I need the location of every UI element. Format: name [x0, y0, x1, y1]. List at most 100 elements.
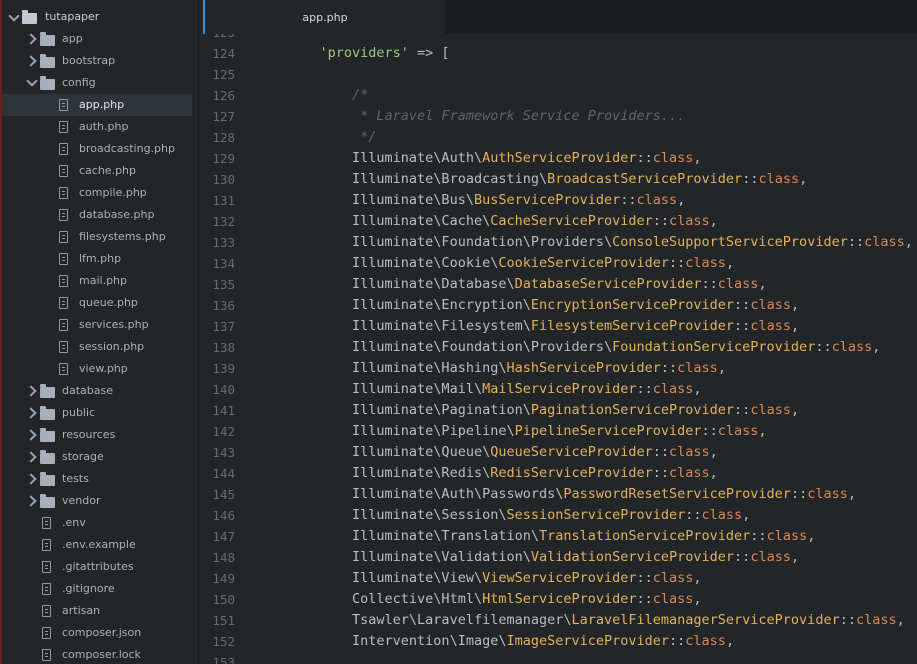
- tree-file-services-php[interactable]: services.php: [0, 314, 197, 336]
- code-token: class: [652, 591, 694, 607]
- tree-file-queue-php[interactable]: queue.php: [0, 292, 197, 314]
- folder-icon: [40, 472, 55, 486]
- tree-file-lfm-php[interactable]: lfm.php: [0, 248, 197, 270]
- code-editor[interactable]: 123 124 125 126 127 128 129 130 131 132 133 134 135 1…: [203, 34, 917, 664]
- code-token: Illuminate\Foundation\Providers\: [352, 339, 613, 355]
- code-token: CacheServiceProvider: [490, 213, 653, 229]
- tree-file-app-php[interactable]: app.php: [2, 94, 192, 116]
- tree-file-database-php[interactable]: database.php: [0, 204, 197, 226]
- tree-file-gitignore[interactable]: .gitignore: [0, 578, 197, 600]
- chevron-right-icon[interactable]: [25, 451, 37, 463]
- code-line[interactable]: Illuminate\Pagination\PaginationServiceP…: [287, 400, 799, 421]
- code-line[interactable]: Illuminate\Encryption\EncryptionServiceP…: [287, 295, 799, 316]
- tree-file-filesystems-php[interactable]: filesystems.php: [0, 226, 197, 248]
- code-token: ,: [709, 444, 718, 460]
- code-line[interactable]: Illuminate\Session\SessionServiceProvide…: [287, 505, 750, 526]
- chevron-down-icon[interactable]: [26, 75, 38, 87]
- code-line[interactable]: Illuminate\Filesystem\FilesystemServiceP…: [287, 316, 799, 337]
- code-token: MailServiceProvider: [482, 381, 637, 397]
- code-line[interactable]: Illuminate\Foundation\Providers\ConsoleS…: [287, 232, 913, 253]
- code-line[interactable]: */: [287, 127, 376, 148]
- tree-file-session-php[interactable]: session.php: [0, 336, 197, 358]
- code-line[interactable]: Illuminate\Cache\CacheServiceProvider::c…: [287, 211, 718, 232]
- code-token: LaravelFilemanagerServiceProvider: [571, 612, 840, 628]
- code-line[interactable]: Intervention\Image\ImageServiceProvider:…: [287, 631, 734, 652]
- tree-file-composer-json[interactable]: composer.json: [0, 622, 197, 644]
- tree-item-label: view.php: [79, 362, 128, 375]
- file-icon: [59, 319, 68, 331]
- chevron-right-icon[interactable]: [25, 473, 37, 485]
- tree-item-label: broadcasting.php: [79, 142, 175, 155]
- code-token: Illuminate\Foundation\Providers\: [352, 234, 613, 250]
- code-token: Illuminate\Queue\: [352, 444, 491, 460]
- tree-file-env-example[interactable]: .env.example: [0, 534, 197, 556]
- chevron-right-icon[interactable]: [25, 495, 37, 507]
- code-line[interactable]: Collective\Html\HtmlServiceProvider::cla…: [287, 589, 702, 610]
- code-line[interactable]: Illuminate\Translation\TranslationServic…: [287, 526, 815, 547]
- code-token: ::: [750, 528, 767, 544]
- tree-file-composer-lock[interactable]: composer.lock: [0, 644, 197, 664]
- tree-file-artisan[interactable]: artisan: [0, 600, 197, 622]
- code-line[interactable]: 'providers' => [: [287, 43, 450, 64]
- tree-folder-database[interactable]: database: [0, 380, 197, 402]
- tree-file-auth-php[interactable]: auth.php: [0, 116, 197, 138]
- code-token: Illuminate\Hashing\: [352, 360, 507, 376]
- code-line[interactable]: /*: [287, 85, 368, 106]
- code-token: class: [685, 633, 726, 649]
- chevron-right-icon[interactable]: [25, 55, 37, 67]
- tree-folder-tests[interactable]: tests: [0, 468, 197, 490]
- tree-folder-public[interactable]: public: [0, 402, 197, 424]
- tab-label: app.php: [302, 10, 348, 24]
- code-line[interactable]: Illuminate\Database\DatabaseServiceProvi…: [287, 274, 767, 295]
- code-line[interactable]: Tsawler\Laravelfilemanager\LaravelFilema…: [287, 610, 905, 631]
- file-icon: [59, 297, 68, 309]
- tree-folder-resources[interactable]: resources: [0, 424, 197, 446]
- code-line[interactable]: * Laravel Framework Service Providers...: [287, 106, 685, 127]
- code-line[interactable]: Illuminate\Cookie\CookieServiceProvider:…: [287, 253, 734, 274]
- code-line[interactable]: Illuminate\Broadcasting\BroadcastService…: [287, 169, 807, 190]
- tree-folder-config[interactable]: config: [0, 72, 197, 94]
- tree-folder-storage[interactable]: storage: [0, 446, 197, 468]
- code-token: ::: [790, 486, 808, 502]
- code-line[interactable]: Illuminate\Queue\QueueServiceProvider::c…: [287, 442, 718, 463]
- tree-file-compile-php[interactable]: compile.php: [0, 182, 197, 204]
- code-line[interactable]: Illuminate\Bus\BusServiceProvider::class…: [287, 190, 685, 211]
- tree-file-gitattributes[interactable]: .gitattributes: [0, 556, 197, 578]
- tree-file-view-php[interactable]: view.php: [0, 358, 197, 380]
- chevron-right-icon[interactable]: [25, 385, 37, 397]
- chevron-right-icon[interactable]: [25, 407, 37, 419]
- line-number: 134: [212, 256, 235, 271]
- tree-item-label: resources: [62, 428, 116, 441]
- tree-file-broadcasting-php[interactable]: broadcasting.php: [0, 138, 197, 160]
- chevron-right-icon[interactable]: [25, 429, 37, 441]
- code-line[interactable]: Illuminate\Foundation\Providers\Foundati…: [287, 337, 880, 358]
- code-line[interactable]: Illuminate\Validation\ValidationServiceP…: [287, 547, 799, 568]
- tree-item-label: bootstrap: [62, 54, 116, 67]
- code-line[interactable]: Illuminate\Redis\RedisServiceProvider::c…: [287, 463, 718, 484]
- code-line[interactable]: Illuminate\Pipeline\PipelineServiceProvi…: [287, 421, 767, 442]
- code-token: class: [652, 150, 694, 166]
- code-token: ,: [677, 192, 686, 208]
- code-token: DatabaseServiceProvider: [514, 276, 702, 292]
- tab-app-php[interactable]: app.php: [203, 0, 445, 34]
- tree-folder-bootstrap[interactable]: bootstrap: [0, 50, 197, 72]
- tree-file-cache-php[interactable]: cache.php: [0, 160, 197, 182]
- code-token: class: [750, 402, 791, 418]
- tree-root-tutapaper[interactable]: tutapaper: [0, 6, 197, 28]
- chevron-right-icon[interactable]: [25, 33, 37, 45]
- tree-file-mail-php[interactable]: mail.php: [0, 270, 197, 292]
- tree-file-env[interactable]: .env: [0, 512, 197, 534]
- chevron-down-icon[interactable]: [8, 10, 20, 22]
- code-line[interactable]: Illuminate\Mail\MailServiceProvider::cla…: [287, 379, 702, 400]
- tree-folder-vendor[interactable]: vendor: [0, 490, 197, 512]
- tree-folder-app[interactable]: app: [0, 28, 197, 50]
- code-line[interactable]: Illuminate\View\ViewServiceProvider::cla…: [287, 568, 702, 589]
- code-token: ::: [847, 234, 865, 250]
- code-line[interactable]: Illuminate\Hashing\HashServiceProvider::…: [287, 358, 726, 379]
- code-line[interactable]: Illuminate\Auth\AuthServiceProvider::cla…: [287, 148, 702, 169]
- tab-bar: app.php: [203, 0, 917, 34]
- code-token: Illuminate\Redis\: [352, 465, 491, 481]
- code-line[interactable]: Illuminate\Auth\Passwords\PasswordResetS…: [287, 484, 856, 505]
